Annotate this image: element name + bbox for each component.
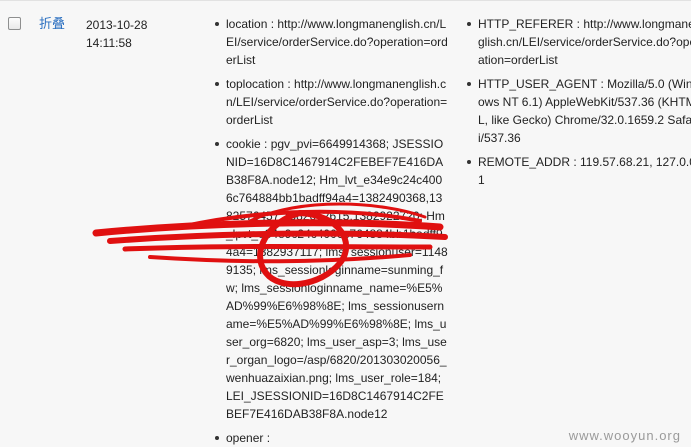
list-item-remote-addr: REMOTE_ADDR : 119.57.68.21, 127.0.0.1 <box>462 153 691 189</box>
list-item-toplocation: toplocation : http://www.longmanenglish.… <box>210 75 448 129</box>
collapse-link[interactable]: 折叠 <box>39 16 65 32</box>
timestamp: 2013-10-28 14:11:58 <box>86 16 186 52</box>
watermark: www.wooyun.org <box>568 428 681 443</box>
list-item-location: location : http://www.longmanenglish.cn/… <box>210 15 448 69</box>
record-row: 折叠 2013-10-28 14:11:58 location : http:/… <box>0 0 691 447</box>
list-item-cookie: cookie : pgv_pvi=6649914368; JSESSIONID=… <box>210 135 448 423</box>
server-info-list: HTTP_REFERER : http://www.longmanenglish… <box>462 9 691 189</box>
timestamp-date: 2013-10-28 <box>86 18 148 32</box>
timestamp-time: 14:11:58 <box>86 36 132 50</box>
list-item-http-referer: HTTP_REFERER : http://www.longmanenglish… <box>462 15 691 69</box>
client-info-list: location : http://www.longmanenglish.cn/… <box>210 9 448 447</box>
row-checkbox[interactable] <box>8 17 21 30</box>
list-item-opener: opener : <box>210 429 448 447</box>
list-item-user-agent: HTTP_USER_AGENT : Mozilla/5.0 (Windows N… <box>462 75 691 147</box>
